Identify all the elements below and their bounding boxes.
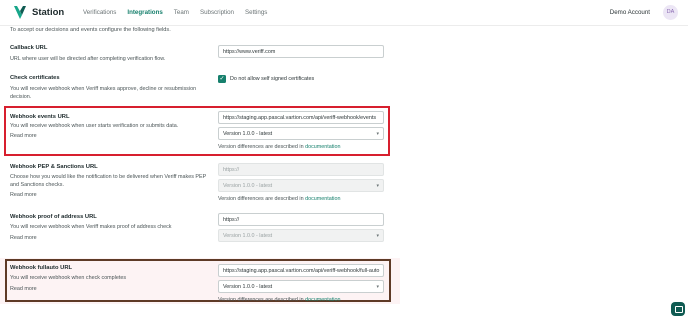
fullauto-url-input[interactable]: https://staging.app.pascal.vartion.com/a… — [218, 264, 384, 277]
self-signed-label: Do not allow self signed certificates — [230, 76, 315, 82]
certificates-title: Check certificates — [10, 75, 60, 81]
events-note-text: Version differences are described in — [218, 144, 304, 150]
fullauto-desc: You will receive webhook when check comp… — [10, 275, 127, 281]
fullauto-read-more-link[interactable]: Read more — [10, 286, 37, 292]
intro-text: To accept our decisions and events confi… — [10, 27, 171, 33]
poa-title: Webhook proof of address URL — [10, 214, 97, 220]
poa-desc: You will receive webhook when Veriff mak… — [10, 224, 172, 230]
fullauto-note-text: Version differences are described in — [218, 297, 304, 303]
chevron-down-icon: ▾ — [376, 284, 379, 290]
chevron-down-icon: ▾ — [376, 183, 379, 189]
poa-version-select[interactable]: Version 1.0.0 - latest ▾ — [218, 229, 384, 242]
events-version-select[interactable]: Version 1.0.0 - latest ▾ — [218, 127, 384, 140]
pep-version-select[interactable]: Version 1.0.0 - latest ▾ — [218, 179, 384, 192]
fullauto-version-note: Version differences are described in doc… — [218, 297, 340, 303]
nav-item-integrations[interactable]: Integrations — [127, 9, 162, 16]
poa-version-value: Version 1.0.0 - latest — [223, 233, 273, 239]
main-nav: Verifications Integrations Team Subscrip… — [83, 9, 267, 16]
checkmark-icon: ✓ — [219, 76, 225, 82]
top-navigation-bar: Station Verifications Integrations Team … — [0, 0, 688, 26]
nav-item-settings[interactable]: Settings — [245, 9, 267, 16]
chevron-down-icon: ▾ — [376, 233, 379, 239]
avatar[interactable]: DA — [663, 5, 678, 20]
fullauto-title: Webhook fullauto URL — [10, 265, 73, 271]
chat-icon[interactable] — [671, 302, 685, 316]
events-version-value: Version 1.0.0 - latest — [223, 131, 273, 137]
events-documentation-link[interactable]: documentation — [305, 144, 340, 150]
events-url-input[interactable]: https://staging.app.pascal.vartion.com/a… — [218, 111, 384, 124]
brand-name[interactable]: Station — [32, 7, 64, 18]
callback-title: Callback URL — [10, 45, 48, 51]
pep-version-value: Version 1.0.0 - latest — [223, 183, 273, 189]
pep-desc: Choose how you would like the notificati… — [10, 174, 207, 188]
pep-version-note: Version differences are described in doc… — [218, 196, 340, 202]
events-version-note: Version differences are described in doc… — [218, 144, 340, 150]
account-name[interactable]: Demo Account — [610, 9, 650, 16]
poa-read-more-link[interactable]: Read more — [10, 235, 37, 241]
callback-url-input[interactable]: https://www.veriff.com — [218, 45, 384, 58]
fullauto-documentation-link[interactable]: documentation — [305, 297, 340, 303]
poa-url-input[interactable]: https:// — [218, 213, 384, 226]
certificates-desc: You will receive webhook when Veriff mak… — [10, 86, 197, 100]
nav-item-verifications[interactable]: Verifications — [83, 9, 116, 16]
pep-note-text: Version differences are described in — [218, 196, 304, 202]
nav-item-team[interactable]: Team — [174, 9, 189, 16]
fullauto-version-select[interactable]: Version 1.0.0 - latest ▾ — [218, 280, 384, 293]
chevron-down-icon: ▾ — [376, 131, 379, 137]
fullauto-version-value: Version 1.0.0 - latest — [223, 284, 273, 290]
pep-read-more-link[interactable]: Read more — [10, 192, 37, 198]
callback-desc: URL where user will be directed after co… — [10, 56, 166, 62]
pep-documentation-link[interactable]: documentation — [305, 196, 340, 202]
pep-url-input[interactable]: https:// — [218, 163, 384, 176]
nav-item-subscription[interactable]: Subscription — [200, 9, 234, 16]
events-desc: You will receive webhook when user start… — [10, 123, 179, 129]
veriff-logo-icon[interactable] — [13, 5, 27, 21]
events-read-more-link[interactable]: Read more — [10, 133, 37, 139]
self-signed-checkbox[interactable]: ✓ — [218, 75, 226, 83]
events-title: Webhook events URL — [10, 114, 70, 120]
pep-title: Webhook PEP & Sanctions URL — [10, 164, 98, 170]
